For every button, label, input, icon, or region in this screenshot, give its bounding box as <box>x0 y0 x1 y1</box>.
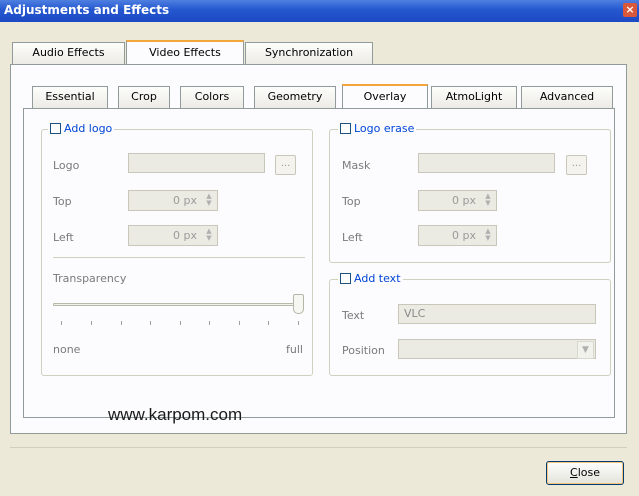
slider-tick <box>150 321 151 325</box>
add-text-checkbox-row[interactable]: Add text <box>338 272 403 285</box>
logo-path-input[interactable] <box>128 153 265 173</box>
add-text-label: Add text <box>354 272 401 285</box>
tab-colors[interactable]: Colors <box>180 86 244 108</box>
add-text-checkbox[interactable] <box>340 273 351 284</box>
transparency-label: Transparency <box>53 272 127 285</box>
slider-tick <box>298 321 299 325</box>
position-select[interactable]: ▼ <box>398 339 596 359</box>
spin-arrows-icon[interactable]: ▲ ▼ <box>482 228 494 243</box>
erase-left-label: Left <box>342 231 363 244</box>
chevron-down-icon[interactable]: ▼ <box>577 341 594 359</box>
logo-left-value: 0 px <box>173 229 197 242</box>
slider-tick <box>268 321 269 325</box>
mask-label: Mask <box>342 159 371 172</box>
watermark-text: www.karpom.com <box>108 405 243 424</box>
dialog-window: Adjustments and Effects × Audio Effects … <box>0 0 639 496</box>
bottom-separator <box>10 447 627 448</box>
tab-essential[interactable]: Essential <box>32 86 108 108</box>
logo-left-label: Left <box>53 231 74 244</box>
slider-tick <box>180 321 181 325</box>
slider-tick <box>209 321 210 325</box>
add-logo-label: Add logo <box>64 122 113 135</box>
add-logo-checkbox-row[interactable]: Add logo <box>48 122 115 135</box>
slider-tick <box>239 321 240 325</box>
window-title: Adjustments and Effects <box>4 3 170 17</box>
close-button[interactable]: Close <box>546 461 624 485</box>
position-label: Position <box>342 344 385 357</box>
tab-video-effects[interactable]: Video Effects <box>126 40 244 64</box>
tab-overlay[interactable]: Overlay <box>342 84 428 108</box>
logo-erase-label: Logo erase <box>354 122 415 135</box>
tab-crop[interactable]: Crop <box>118 86 170 108</box>
text-label: Text <box>342 309 365 322</box>
erase-left-spinbox[interactable]: 0 px ▲ ▼ <box>418 225 497 246</box>
logo-top-value: 0 px <box>173 194 197 207</box>
add-text-group <box>329 279 611 376</box>
erase-top-spinbox[interactable]: 0 px ▲ ▼ <box>418 190 497 211</box>
mask-browse-button[interactable]: ... <box>566 155 587 175</box>
close-button-mnemonic: C <box>570 466 578 479</box>
tab-atmolight[interactable]: AtmoLight <box>431 86 517 108</box>
slider-tick <box>91 321 92 325</box>
logo-label: Logo <box>53 159 80 172</box>
tab-geometry[interactable]: Geometry <box>254 86 336 108</box>
group-separator <box>53 257 305 258</box>
slider-tick <box>61 321 62 325</box>
erase-top-label: Top <box>342 195 361 208</box>
erase-top-value: 0 px <box>452 194 476 207</box>
transparency-max-label: full <box>286 343 303 356</box>
spin-arrows-icon[interactable]: ▲ ▼ <box>482 193 494 208</box>
add-logo-checkbox[interactable] <box>50 123 61 134</box>
mask-path-input[interactable] <box>418 153 555 173</box>
transparency-slider-track[interactable] <box>53 303 303 306</box>
slider-tick <box>121 321 122 325</box>
spin-arrows-icon[interactable]: ▲ ▼ <box>203 228 215 243</box>
tab-audio-effects[interactable]: Audio Effects <box>12 42 125 64</box>
close-icon[interactable]: × <box>623 3 637 17</box>
overlay-text-input[interactable]: VLC <box>398 304 596 324</box>
logo-left-spinbox[interactable]: 0 px ▲ ▼ <box>128 225 218 246</box>
logo-erase-checkbox-row[interactable]: Logo erase <box>338 122 417 135</box>
transparency-slider-thumb[interactable] <box>293 294 304 314</box>
logo-top-spinbox[interactable]: 0 px ▲ ▼ <box>128 190 218 211</box>
erase-left-value: 0 px <box>452 229 476 242</box>
logo-erase-checkbox[interactable] <box>340 123 351 134</box>
spin-arrows-icon[interactable]: ▲ ▼ <box>203 193 215 208</box>
close-button-label: lose <box>577 466 600 479</box>
logo-top-label: Top <box>53 195 72 208</box>
transparency-min-label: none <box>53 343 81 356</box>
tab-advanced[interactable]: Advanced <box>521 86 613 108</box>
tab-synchronization[interactable]: Synchronization <box>245 42 373 64</box>
title-bar[interactable]: Adjustments and Effects × <box>0 0 639 22</box>
logo-browse-button[interactable]: ... <box>275 155 296 175</box>
